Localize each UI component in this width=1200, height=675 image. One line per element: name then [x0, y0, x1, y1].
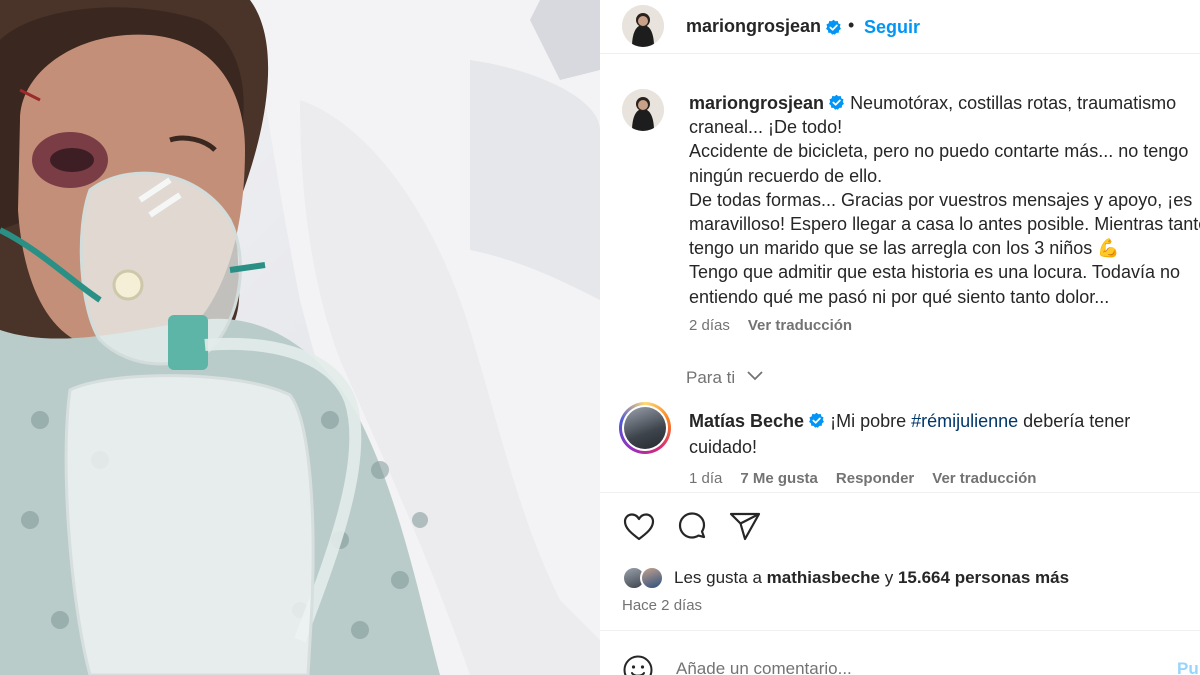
caption-author-avatar[interactable]: [622, 89, 664, 131]
comment-likes-count[interactable]: 7 Me gusta: [740, 470, 818, 487]
post-timestamp: Hace 2 días: [622, 597, 703, 614]
likes-middle: y: [880, 568, 898, 587]
hospital-photo-illustration: [0, 0, 600, 675]
likes-count[interactable]: 15.664 personas más: [898, 568, 1069, 587]
caption-text-line: De todas formas... Gracias por vuestros …: [689, 189, 1193, 210]
likes-prefix: Les gusta a: [674, 568, 767, 587]
verified-badge-icon: [809, 412, 824, 428]
section-divider: [600, 630, 1200, 631]
comment-input[interactable]: Añade un comentario...: [676, 659, 852, 675]
caption-text-line: maravilloso! Espero llegar a casa lo ant…: [689, 214, 1200, 235]
caption-text-line: craneal... ¡De todo!: [689, 117, 843, 138]
for-you-label: Para ti: [686, 368, 736, 387]
liker-username[interactable]: mathiasbeche: [767, 568, 880, 587]
caption-age: 2 días: [689, 317, 730, 334]
for-you-toggle[interactable]: Para ti: [686, 368, 764, 388]
comment-text: debería tener: [1018, 411, 1131, 431]
section-divider: [600, 492, 1200, 493]
comment-body: Matías Beche ¡Mi pobre #rémijulienne deb…: [689, 408, 1189, 460]
chevron-down-icon: [747, 371, 763, 381]
caption-text-line: Accidente de bicicleta, pero no puedo co…: [689, 141, 1189, 162]
author-username[interactable]: mariongrosjean: [686, 16, 821, 37]
post-header: mariongrosjean • Seguir: [600, 0, 1200, 54]
emoji-icon[interactable]: [622, 654, 654, 675]
post-detail-panel: mariongrosjean • Seguir mariongrosjean N…: [600, 0, 1200, 675]
comment-age: 1 día: [689, 470, 723, 487]
comment-text: cuidado!: [689, 437, 758, 457]
paper-plane-icon[interactable]: [728, 510, 762, 544]
commenter-username[interactable]: Matías Beche: [689, 411, 804, 431]
reply-button[interactable]: Responder: [836, 470, 914, 487]
caption-text-line: Neumotórax, costillas rotas, traumatismo: [850, 93, 1177, 113]
avatar-image: [622, 5, 664, 47]
verified-badge-icon: [829, 94, 844, 110]
verified-badge-icon: [826, 19, 841, 35]
likes-text: Les gusta a mathiasbeche y 15.664 person…: [674, 568, 1069, 588]
caption-text-line: tengo un marido que se las arregla con l…: [689, 238, 1120, 259]
comment-bubble-icon[interactable]: [675, 510, 709, 544]
caption-text-line: Tengo que admitir que esta historia es u…: [689, 262, 1180, 283]
avatar-image: [622, 89, 664, 131]
comment-text: ¡Mi pobre: [830, 411, 912, 431]
caption-text-line: ningún recuerdo de ello.: [689, 165, 883, 186]
publish-button[interactable]: Pu: [1177, 659, 1199, 675]
caption-text-line: entiendo qué me pasó ni por qué siento t…: [689, 286, 1110, 307]
post-caption: mariongrosjean Neumotórax, costillas rot…: [689, 91, 1200, 309]
comment-input-row: Añade un comentario... Pu: [622, 652, 1200, 675]
author-avatar[interactable]: [622, 5, 664, 47]
comment-translate-link[interactable]: Ver traducción: [932, 470, 1036, 487]
caption-username[interactable]: mariongrosjean: [689, 93, 824, 113]
avatar-image: [624, 407, 666, 449]
comment-hashtag-link[interactable]: #rémijulienne: [911, 411, 1018, 431]
comment-meta: 1 día 7 Me gusta Responder Ver traducción: [689, 470, 1036, 487]
separator-dot: •: [848, 15, 855, 35]
follow-button[interactable]: Seguir: [864, 17, 920, 38]
heart-icon[interactable]: [622, 510, 656, 544]
caption-meta: 2 días Ver traducción: [689, 317, 852, 334]
avatar-ring-inner: [622, 405, 668, 451]
caption-first-line: mariongrosjean Neumotórax, costillas rot…: [689, 91, 1200, 115]
post-photo: [0, 0, 600, 675]
liker-avatar: [640, 566, 664, 590]
caption-translate-link[interactable]: Ver traducción: [748, 317, 852, 334]
commenter-avatar[interactable]: [619, 402, 671, 454]
